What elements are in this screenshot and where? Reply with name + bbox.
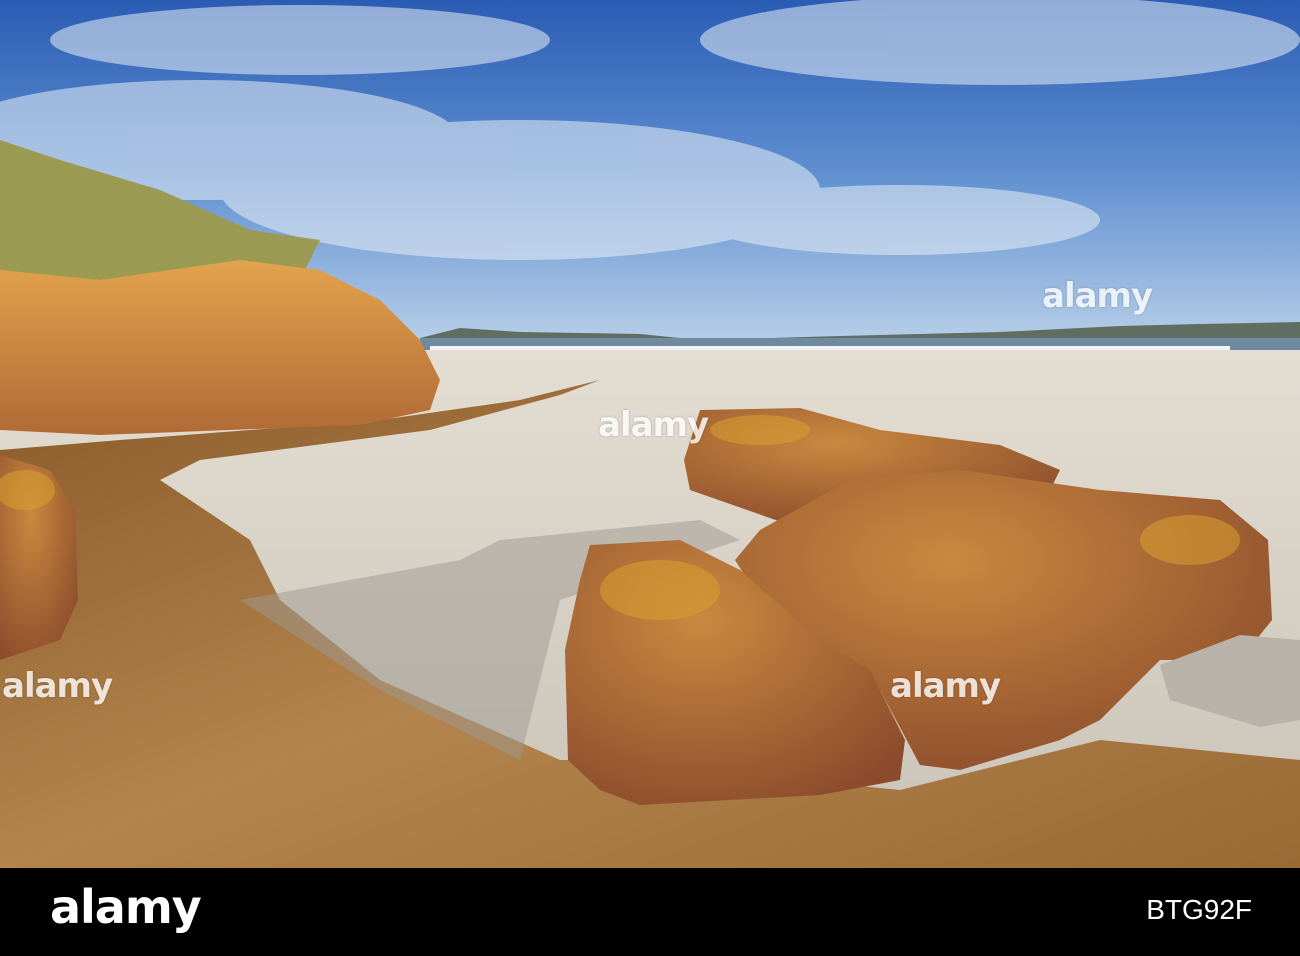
image-code: BTG92F — [1146, 894, 1252, 925]
watermark: alamy — [598, 405, 709, 445]
surf — [430, 346, 1230, 350]
alamy-logo: alamy — [50, 880, 202, 934]
watermark: alamy — [1042, 276, 1153, 316]
footer-bar: alamy BTG92F — [0, 868, 1300, 956]
watermark: alamy — [890, 666, 1001, 706]
watermark: alamy — [2, 666, 113, 706]
